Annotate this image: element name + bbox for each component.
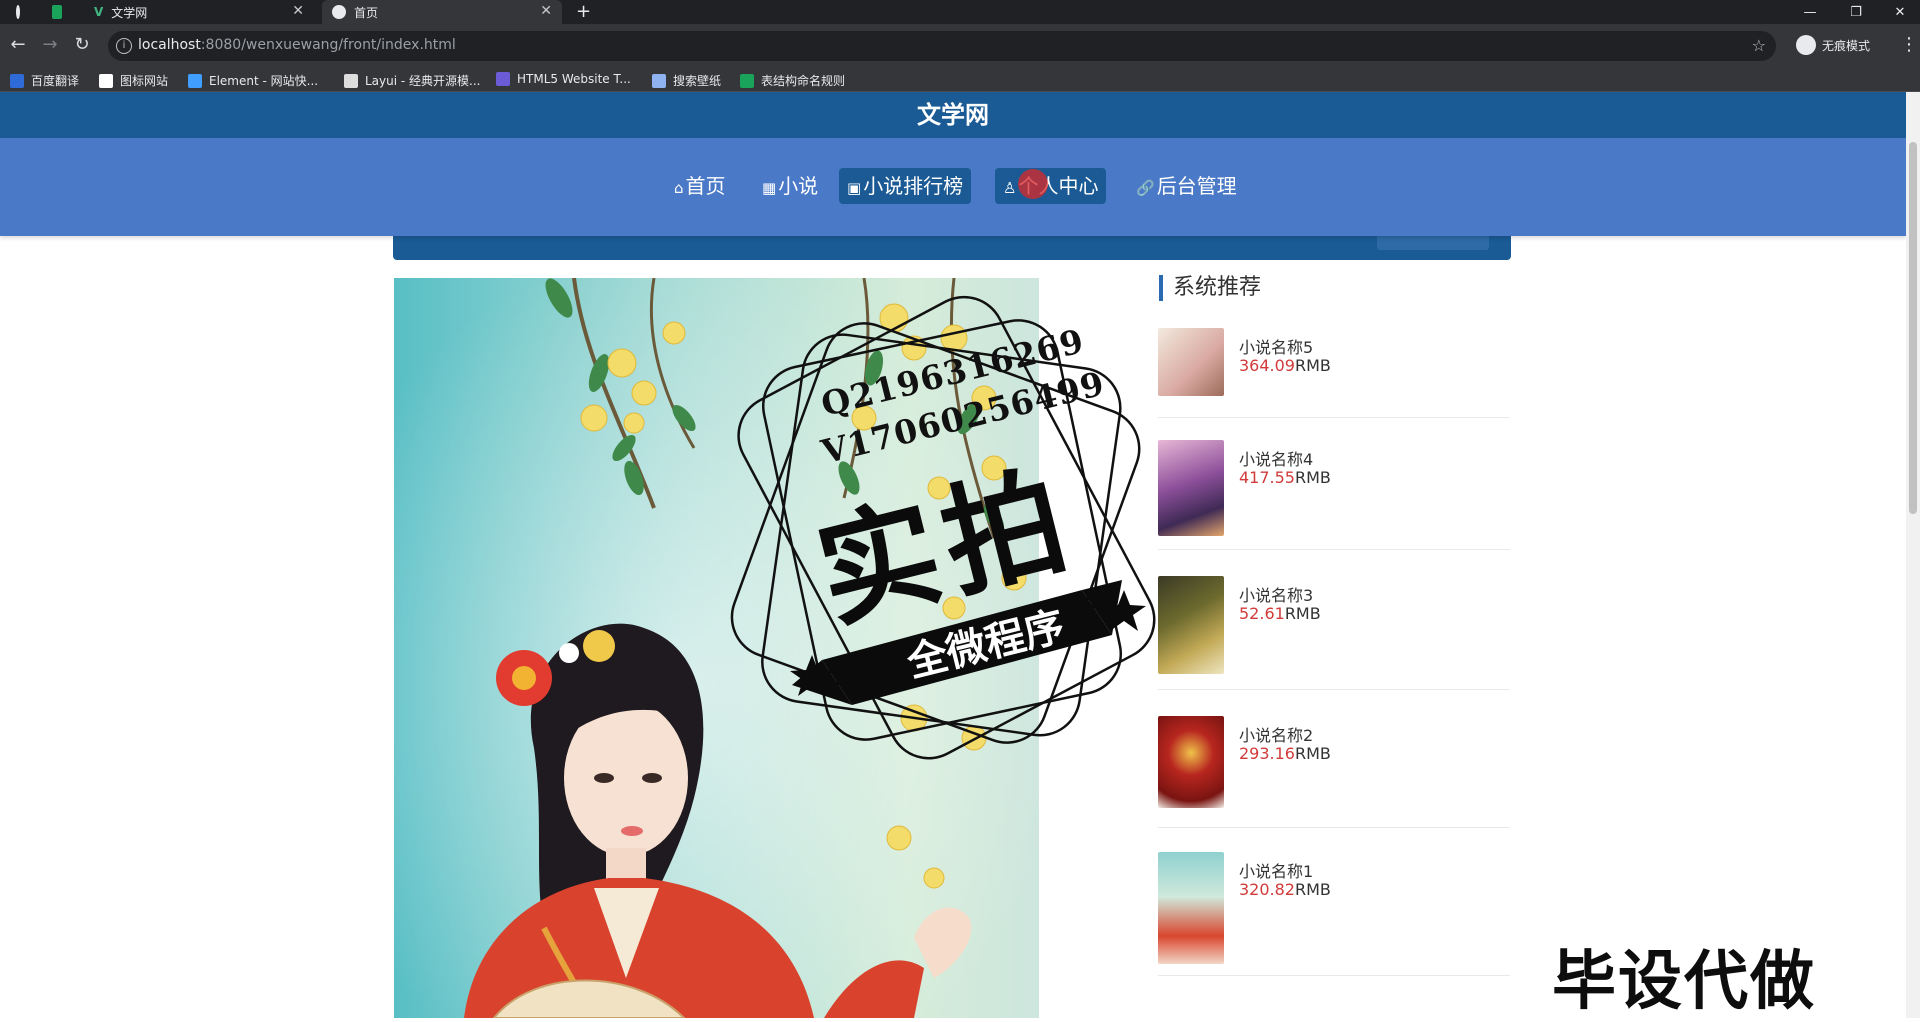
novel-price: 52.61RMB <box>1239 604 1321 623</box>
globe-icon <box>16 5 20 19</box>
address-bar: ← → ↻ i localhost:8080/wenxuewang/front/… <box>0 24 1920 68</box>
novel-name[interactable]: 小说名称4 <box>1239 446 1313 470</box>
browser-tab-1[interactable] <box>42 0 80 24</box>
list-item[interactable]: 小说名称1 320.82RMB <box>1158 852 1510 976</box>
browser-tab-0[interactable] <box>6 0 38 24</box>
incognito-indicator[interactable]: 无痕模式 <box>1796 35 1870 55</box>
wallpaper-icon <box>652 73 666 88</box>
bookmark-item[interactable]: Element - 网站快... <box>188 72 318 89</box>
bookmark-item[interactable]: HTML5 Website T... <box>496 72 631 86</box>
home-icon: ⌂ <box>674 179 684 197</box>
main-nav: ⌂ 首页 ▦ 小说 ▣ 小说排行榜 ♙ 个人中心 🔗 后台管理 <box>0 138 1906 236</box>
bookmark-item[interactable]: 图标网站 <box>99 72 168 89</box>
user-icon: ♙ <box>1003 179 1017 197</box>
novel-name[interactable]: 小说名称3 <box>1239 582 1313 606</box>
restore-icon[interactable]: ❐ <box>1836 0 1876 24</box>
nav-novels[interactable]: ▦ 小说 <box>754 168 826 204</box>
novel-name[interactable]: 小说名称2 <box>1239 722 1313 746</box>
url-text: localhost:8080/wenxuewang/front/index.ht… <box>138 37 456 53</box>
bookmarks-bar: 百度翻译 图标网站 Element - 网站快... Layui - 经典开源模… <box>0 68 1920 92</box>
element-icon <box>188 73 202 88</box>
novel-cover[interactable] <box>1158 716 1224 808</box>
layui-icon <box>344 73 358 88</box>
flag-icon <box>99 73 113 88</box>
grid-icon: ▦ <box>762 179 777 197</box>
html5-icon <box>496 72 510 86</box>
ranking-icon: ▣ <box>847 179 862 197</box>
corner-watermark: 毕设代做 <box>1552 945 1816 1019</box>
browser-tab-2[interactable]: V 文学网 ✕ <box>84 0 314 24</box>
globe-icon <box>332 5 346 19</box>
list-item[interactable]: 小说名称5 364.09RMB <box>1158 328 1510 418</box>
search-bar-partial <box>393 232 1511 260</box>
recommend-title: 系统推荐 <box>1159 275 1261 301</box>
close-icon[interactable]: ✕ <box>292 3 304 19</box>
list-item[interactable]: 小说名称4 417.55RMB <box>1158 440 1510 550</box>
bookmark-item[interactable]: 百度翻译 <box>10 72 79 89</box>
tab-title: 首页 <box>354 5 379 20</box>
novel-price: 364.09RMB <box>1239 356 1331 375</box>
bookmark-item[interactable]: 表结构命名规则 <box>740 72 845 89</box>
mouse-cursor-indicator <box>1018 169 1048 199</box>
nav-ranking[interactable]: ▣ 小说排行榜 <box>839 168 972 204</box>
sheet-icon <box>52 5 62 19</box>
browser-menu-icon[interactable]: ⋮ <box>1900 34 1918 55</box>
back-icon[interactable]: ← <box>6 34 30 55</box>
list-item[interactable]: 小说名称2 293.16RMB <box>1158 716 1510 828</box>
incognito-icon <box>1796 35 1816 55</box>
close-window-icon[interactable]: ✕ <box>1880 0 1920 24</box>
tab-title: 文学网 <box>111 5 148 20</box>
novel-price: 417.55RMB <box>1239 468 1331 487</box>
site-title: 文学网 <box>0 92 1906 138</box>
link-icon: 🔗 <box>1136 179 1155 197</box>
url-input[interactable]: i localhost:8080/wenxuewang/front/index.… <box>108 31 1776 61</box>
table-icon <box>740 73 754 88</box>
bookmark-item[interactable]: 搜索壁纸 <box>652 72 721 89</box>
novel-name[interactable]: 小说名称5 <box>1239 334 1313 358</box>
forward-icon[interactable]: → <box>38 34 62 55</box>
minimize-icon[interactable]: — <box>1790 0 1830 24</box>
list-item[interactable]: 小说名称3 52.61RMB <box>1158 576 1510 690</box>
novel-cover[interactable] <box>1158 576 1224 674</box>
close-icon[interactable]: ✕ <box>540 3 552 19</box>
novel-cover[interactable] <box>1158 440 1224 536</box>
novel-price: 320.82RMB <box>1239 880 1331 899</box>
novel-cover[interactable] <box>1158 328 1224 396</box>
nav-home[interactable]: ⌂ 首页 <box>666 168 734 204</box>
nav-personal-center[interactable]: ♙ 个人中心 <box>995 168 1107 204</box>
bookmark-star-icon[interactable]: ☆ <box>1752 36 1766 55</box>
novel-cover[interactable] <box>1158 852 1224 964</box>
translate-icon <box>10 73 24 88</box>
bookmark-item[interactable]: Layui - 经典开源模... <box>344 72 480 89</box>
novel-name[interactable]: 小说名称1 <box>1239 858 1313 882</box>
info-icon[interactable]: i <box>116 38 132 54</box>
vue-icon: V <box>94 5 104 19</box>
page-scrollbar[interactable] <box>1906 92 1920 1018</box>
reload-icon[interactable]: ↻ <box>70 34 94 55</box>
browser-tab-bar: V 文学网 ✕ 首页 ✕ + — ❐ ✕ <box>0 0 1920 24</box>
novel-price: 293.16RMB <box>1239 744 1331 763</box>
nav-admin[interactable]: 🔗 后台管理 <box>1128 168 1245 204</box>
browser-tab-3[interactable]: 首页 ✕ <box>322 0 562 24</box>
scrollbar-thumb[interactable] <box>1909 142 1917 514</box>
new-tab-icon[interactable]: + <box>576 1 591 22</box>
